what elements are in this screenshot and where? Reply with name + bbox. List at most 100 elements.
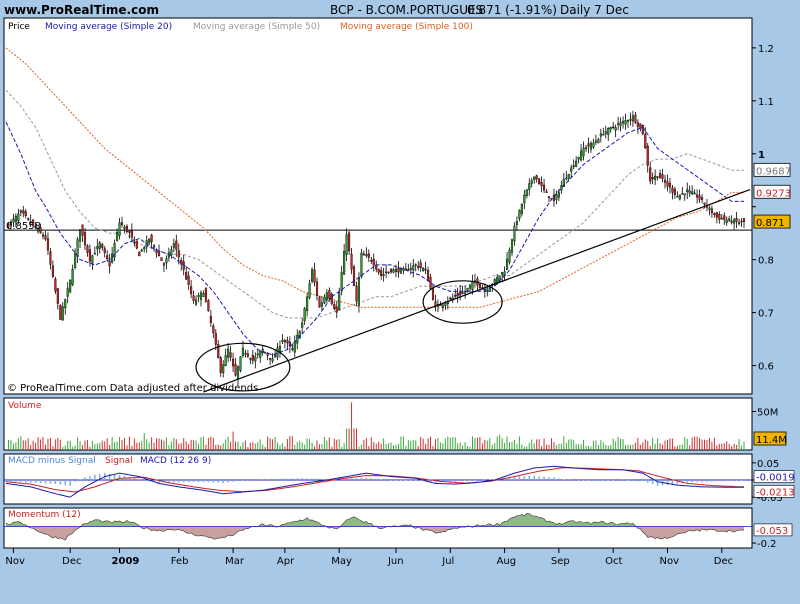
candle-body xyxy=(508,249,511,263)
candle-body xyxy=(394,269,398,272)
candle-body xyxy=(703,202,706,205)
candle-body xyxy=(291,348,294,350)
candle-body xyxy=(283,340,286,343)
candle-body xyxy=(392,269,395,273)
candle-body xyxy=(212,325,215,334)
candle-body xyxy=(570,167,573,172)
candle-body xyxy=(626,120,630,122)
candle-body xyxy=(22,210,25,214)
candle-body xyxy=(429,276,432,289)
candle-body xyxy=(111,253,114,263)
candle-body xyxy=(325,292,328,301)
candle-body xyxy=(269,358,272,360)
candle-body xyxy=(345,234,348,255)
candle-body xyxy=(528,183,531,190)
candle-body xyxy=(343,251,346,275)
candle-body xyxy=(545,191,548,193)
candle-body xyxy=(424,268,427,271)
candle-body xyxy=(177,250,180,258)
x-tick-label: May xyxy=(331,556,352,567)
candle-body xyxy=(219,357,222,373)
candle-body xyxy=(328,290,331,299)
candle-body xyxy=(456,292,459,297)
candle-body xyxy=(649,167,652,182)
candle-body xyxy=(641,125,644,134)
candle-body xyxy=(192,295,195,301)
candle-body xyxy=(414,264,417,266)
candle-body xyxy=(533,176,536,180)
candle-body xyxy=(150,234,153,242)
candle-body xyxy=(728,218,731,221)
candle-body xyxy=(382,274,385,276)
candle-body xyxy=(64,299,67,309)
candle-body xyxy=(103,248,106,254)
candle-body xyxy=(730,220,733,223)
candle-body xyxy=(431,287,435,300)
candle-body xyxy=(340,272,343,292)
momentum-value-label: -0.053 xyxy=(756,526,788,537)
legend-macd-signal: Signal xyxy=(105,456,133,466)
candle-body xyxy=(254,356,257,362)
candle-body xyxy=(698,195,701,200)
candle-body xyxy=(459,291,462,296)
x-tick-label: Mar xyxy=(225,556,245,567)
value-tag-label: 0.9273 xyxy=(756,188,791,199)
price-footnote: © ProRealTime.com Data adjusted after di… xyxy=(7,383,258,394)
candle-body xyxy=(656,176,659,178)
candle-body xyxy=(138,251,141,257)
candle-body xyxy=(234,364,237,376)
candle-body xyxy=(385,271,388,274)
candle-body xyxy=(377,268,380,273)
candle-body xyxy=(59,305,62,320)
chart-svg: www.ProRealTime.com BCP - B.COM.PORTUGUE… xyxy=(3,3,795,567)
candle-body xyxy=(683,193,686,196)
candle-body xyxy=(91,255,94,264)
candle-body xyxy=(180,259,183,265)
legend-price: Price xyxy=(8,22,30,32)
candle-body xyxy=(466,287,469,291)
candle-body xyxy=(116,231,119,241)
candle-body xyxy=(567,173,570,179)
candle-body xyxy=(133,241,136,244)
candle-body xyxy=(96,246,99,250)
candle-body xyxy=(602,134,605,136)
candle-body xyxy=(214,333,217,345)
candle-body xyxy=(278,345,282,353)
candle-body xyxy=(175,240,178,250)
candle-body xyxy=(651,177,654,180)
candle-body xyxy=(251,355,254,361)
candle-body xyxy=(449,297,452,300)
candle-body xyxy=(170,249,173,256)
candle-body xyxy=(273,355,277,358)
candle-body xyxy=(397,267,400,273)
candle-body xyxy=(678,194,681,200)
period-label: Daily 7 Dec xyxy=(560,3,629,17)
last-quote: 0.871 (-1.91%) xyxy=(467,3,557,17)
candle-body xyxy=(172,243,175,248)
candle-body xyxy=(318,297,321,308)
candle-body xyxy=(673,188,676,195)
volume-last-label: 11.4M xyxy=(756,435,787,446)
x-tick-label: Oct xyxy=(605,556,622,567)
candle-body xyxy=(199,292,203,300)
candle-body xyxy=(718,214,721,220)
candle-body xyxy=(244,352,247,355)
legend-volume: Volume xyxy=(8,401,42,411)
candle-body xyxy=(582,147,585,157)
candle-body xyxy=(93,252,96,255)
candle-body xyxy=(580,150,583,161)
candle-body xyxy=(661,174,664,179)
candle-body xyxy=(143,247,146,250)
legend-macd-hist: MACD minus Signal xyxy=(8,456,96,466)
candle-body xyxy=(614,127,617,131)
candle-body xyxy=(301,322,304,328)
candle-body xyxy=(412,265,415,271)
candle-body xyxy=(715,212,718,218)
candle-body xyxy=(557,192,560,198)
site-title[interactable]: www.ProRealTime.com xyxy=(4,3,159,17)
candle-body xyxy=(19,210,22,213)
candle-body xyxy=(530,180,533,184)
x-tick-label: Nov xyxy=(5,556,25,567)
candle-body xyxy=(461,292,464,294)
candle-body xyxy=(624,120,627,125)
